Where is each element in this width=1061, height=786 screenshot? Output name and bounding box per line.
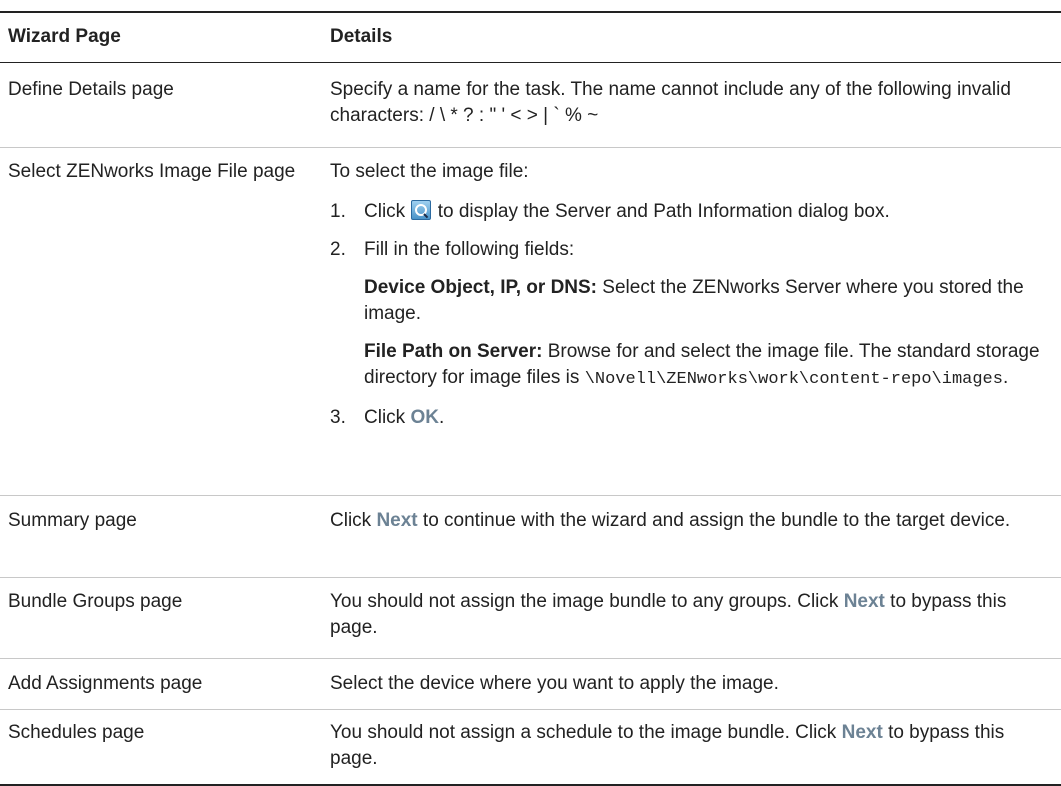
row-define-details-text: Specify a name for the task. The name ca… bbox=[330, 79, 1011, 126]
row-summary-page: Summary page bbox=[8, 510, 137, 531]
summary-click-text: Click bbox=[330, 510, 372, 531]
row-separator bbox=[0, 577, 1061, 578]
row-schedules-page: Schedules page bbox=[8, 722, 145, 743]
step-2: 2. Fill in the following fields: Device … bbox=[330, 237, 1055, 393]
row-schedules-text: You should not assign a schedule to the … bbox=[330, 720, 1030, 772]
search-icon[interactable] bbox=[411, 200, 432, 220]
row-separator bbox=[0, 709, 1061, 710]
header-rule bbox=[0, 62, 1061, 63]
step-3-number: 3. bbox=[330, 407, 346, 428]
row-bundle-groups-text: You should not assign the image bundle t… bbox=[330, 589, 1030, 641]
row-separator bbox=[0, 495, 1061, 496]
schedules-text: You should not assign a schedule to the … bbox=[330, 722, 837, 743]
step-3-period: . bbox=[438, 407, 445, 428]
step-1-text: to display the Server and Path Informati… bbox=[437, 201, 890, 222]
row-add-assignments-page: Add Assignments page bbox=[8, 673, 203, 694]
storage-directory-path: \Novell\ZENworks\work\content-repo\image… bbox=[584, 370, 1003, 389]
step-1: 1. Click to display the Server and Path … bbox=[330, 199, 1055, 225]
row-select-image-details: To select the image file: 1. Click to di… bbox=[330, 159, 1055, 431]
column-header-details: Details bbox=[330, 26, 393, 47]
field-device-object: Device Object, IP, or DNS: Select the ZE… bbox=[364, 275, 1055, 327]
step-1-number: 1. bbox=[330, 201, 346, 222]
row-separator bbox=[0, 147, 1061, 148]
field-file-path-label: File Path on Server: bbox=[364, 341, 543, 362]
ok-button-label: OK bbox=[410, 407, 439, 428]
row-add-assignments-text: Select the device where you want to appl… bbox=[330, 673, 779, 694]
step-1-click-text: Click bbox=[364, 201, 406, 222]
field-file-path-period: . bbox=[1002, 367, 1009, 388]
summary-text: to continue with the wizard and assign t… bbox=[422, 510, 1011, 531]
step-3: 3. Click OK. bbox=[330, 405, 1055, 431]
next-button-label: Next bbox=[376, 510, 418, 531]
step-2-number: 2. bbox=[330, 239, 346, 260]
table-top-rule bbox=[0, 11, 1061, 13]
field-device-object-label: Device Object, IP, or DNS: bbox=[364, 277, 598, 298]
select-image-intro: To select the image file: bbox=[330, 161, 529, 182]
bundle-groups-text: You should not assign the image bundle t… bbox=[330, 591, 839, 612]
next-button-label: Next bbox=[841, 722, 883, 743]
next-button-label: Next bbox=[843, 591, 885, 612]
row-separator bbox=[0, 658, 1061, 659]
row-define-details-page: Define Details page bbox=[8, 79, 174, 100]
row-select-image-page: Select ZENworks Image File page bbox=[8, 161, 296, 182]
field-file-path: File Path on Server: Browse for and sele… bbox=[364, 339, 1055, 393]
column-header-wizard-page: Wizard Page bbox=[8, 26, 121, 47]
step-3-click-text: Click bbox=[364, 407, 406, 428]
row-bundle-groups-page: Bundle Groups page bbox=[8, 591, 183, 612]
step-2-text: Fill in the following fields: bbox=[364, 239, 575, 260]
row-summary-text: Click Next to continue with the wizard a… bbox=[330, 508, 1030, 534]
